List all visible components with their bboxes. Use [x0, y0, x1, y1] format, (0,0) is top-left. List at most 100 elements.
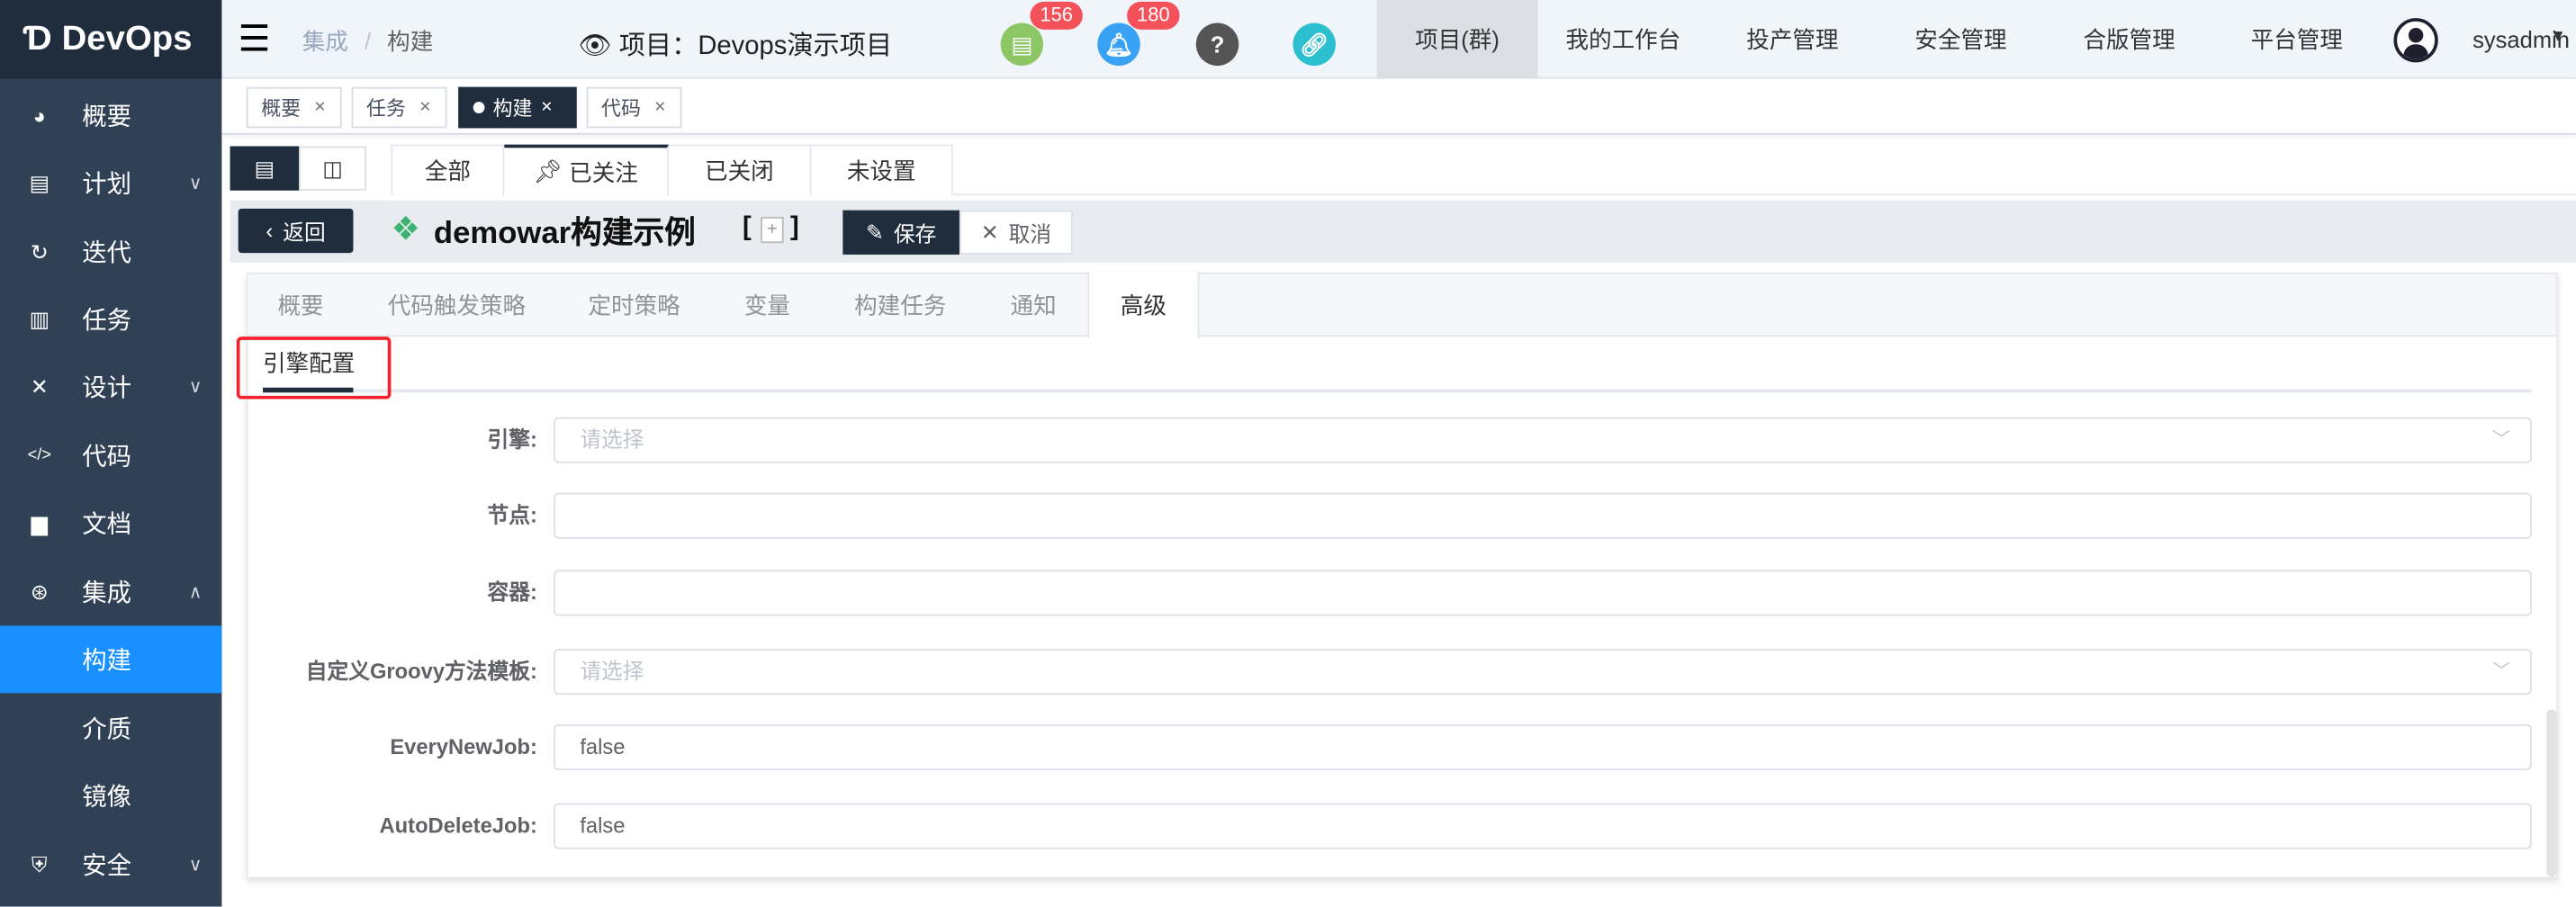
nav-my-workbench[interactable]: 我的工作台: [1537, 0, 1708, 79]
hamburger-icon[interactable]: ☰: [239, 18, 271, 60]
list-view-button[interactable]: ▤: [230, 146, 300, 191]
nav-project-group[interactable]: 项目(群): [1376, 0, 1538, 79]
sidebar-item-iteration[interactable]: ↻ 迭代: [0, 219, 221, 286]
sidebar-item-design[interactable]: ✕ 设计 ∨: [0, 353, 221, 420]
sidebar-item-docs[interactable]: ▆ 文档: [0, 489, 221, 557]
add-button[interactable]: +: [761, 216, 784, 244]
board-view-button[interactable]: ◫: [299, 146, 367, 191]
avatar[interactable]: [2393, 18, 2438, 63]
subtab-divider: [263, 389, 2532, 393]
nav-release-management[interactable]: 投产管理: [1708, 0, 1876, 79]
breadcrumb-item: 构建: [387, 28, 434, 55]
auto-delete-job-input[interactable]: false: [554, 803, 2532, 849]
docs-count-badge: 156: [1030, 1, 1083, 30]
node-label: 节点:: [487, 502, 537, 527]
config-tab-overview[interactable]: 概要: [263, 273, 338, 337]
logo-icon: Ɗ: [23, 19, 52, 58]
chevron-down-icon: ﹀: [2491, 661, 2511, 682]
caret-down-icon[interactable]: ▼: [2550, 28, 2566, 46]
engine-label: 引擎:: [487, 427, 537, 452]
tag-build[interactable]: 构建 ✕: [458, 86, 577, 129]
edit-icon: ✎: [865, 219, 884, 245]
tab-unset[interactable]: 未设置: [811, 144, 953, 196]
engine-select[interactable]: 请选择 ﹀: [554, 417, 2532, 463]
groovy-template-select[interactable]: 请选择 ﹀: [554, 648, 2532, 696]
config-tab-build-tasks[interactable]: 构建任务: [838, 273, 963, 337]
config-tab-variables[interactable]: 变量: [728, 273, 807, 337]
close-icon[interactable]: ✕: [419, 99, 431, 117]
dashboard-icon: ◕: [32, 103, 46, 129]
list-icon: ▤: [254, 155, 275, 180]
sidebar-item-code[interactable]: </> 代码: [0, 422, 221, 489]
close-icon: ✕: [980, 219, 999, 245]
groovy-template-label: 自定义Groovy方法模板:: [305, 658, 537, 684]
sidebar-item-overview[interactable]: ◕ 概要: [0, 82, 221, 149]
document-icon[interactable]: ▤: [1000, 22, 1044, 67]
scrollbar[interactable]: [2546, 709, 2557, 877]
eye-icon: 👁︎: [578, 32, 612, 61]
chevron-down-icon: ∨: [188, 377, 203, 398]
breadcrumb-item[interactable]: 集成: [302, 28, 348, 54]
config-tab-schedule[interactable]: 定时策略: [572, 273, 697, 337]
iteration-icon: ↻: [30, 238, 49, 264]
every-new-job-input[interactable]: false: [554, 723, 2532, 771]
pin-icon: 📌︎: [533, 157, 563, 184]
tag-code[interactable]: 代码 ✕: [586, 86, 682, 129]
highlight-box: [236, 337, 392, 400]
config-tab-notify[interactable]: 通知: [994, 273, 1073, 337]
container-label: 容器:: [487, 579, 537, 605]
code-icon: </>: [27, 446, 52, 465]
build-title: demowar构建示例: [433, 216, 696, 252]
sidebar-item-image[interactable]: 镜像: [0, 762, 221, 830]
chevron-down-icon: ∨: [188, 855, 203, 876]
link-icon[interactable]: 🔗︎: [1293, 22, 1336, 67]
close-icon[interactable]: ✕: [541, 99, 554, 117]
notification-count-badge: 180: [1127, 1, 1180, 30]
tag-overview[interactable]: 概要 ✕: [246, 86, 342, 129]
active-dot-icon: [473, 102, 485, 113]
top-bar: ☰ 集成 / 构建 👁︎ 项目：Devops演示项目 ▤ 156 🔔︎ 180 …: [221, 0, 2576, 79]
sidebar-item-build[interactable]: 构建: [0, 625, 222, 694]
every-new-job-label: EveryNewJob:: [390, 733, 537, 759]
chevron-down-icon: ﹀: [2491, 430, 2511, 451]
tab-closed[interactable]: 已关闭: [668, 144, 812, 196]
tab-all[interactable]: 全部: [391, 144, 505, 196]
layers-icon: ❖: [391, 211, 421, 248]
node-input[interactable]: [554, 492, 2532, 539]
cancel-button[interactable]: ✕ 取消: [959, 210, 1073, 255]
board-icon: ◫: [322, 155, 343, 180]
sidebar: Ɗ DevOps ◕ 概要 ▤ 计划 ∨ ↻ 迭代 ▥ 任务 ✕ 设计 ∨ </> 代码 ▆ 文档 …: [0, 0, 222, 907]
save-button[interactable]: ✎ 保存: [842, 210, 959, 255]
sidebar-item-task[interactable]: ▥ 任务: [0, 286, 221, 354]
document-icon: ▆: [31, 509, 48, 535]
shield-icon: ⛨: [31, 851, 48, 876]
nav-security-management[interactable]: 安全管理: [1876, 0, 2045, 79]
container-input[interactable]: [554, 570, 2532, 616]
config-tab-advanced[interactable]: 高级: [1087, 272, 1200, 339]
design-icon: ✕: [30, 373, 49, 399]
task-icon: ▥: [29, 306, 50, 331]
help-icon[interactable]: ?: [1195, 22, 1239, 67]
chevron-down-icon: ∨: [188, 174, 203, 194]
plan-icon: ▤: [29, 169, 50, 195]
auto-delete-job-label: AutoDeleteJob:: [379, 813, 537, 838]
tab-followed[interactable]: 📌︎ 已关注: [504, 144, 669, 196]
project-title[interactable]: 👁︎ 项目：Devops演示项目: [579, 23, 893, 63]
sidebar-item-integration[interactable]: ⊛ 集成 ∧: [0, 559, 221, 626]
back-button[interactable]: ‹ 返回: [238, 208, 354, 254]
sidebar-item-media[interactable]: 介质: [0, 695, 221, 762]
breadcrumb: 集成 / 构建: [302, 28, 434, 55]
chevron-up-icon: ∧: [188, 582, 203, 603]
app-logo[interactable]: Ɗ DevOps: [0, 0, 222, 79]
close-icon[interactable]: ✕: [653, 99, 666, 117]
nav-merge-management[interactable]: 合版管理: [2045, 0, 2212, 79]
chevron-left-icon: ‹: [266, 218, 274, 244]
close-icon[interactable]: ✕: [314, 99, 327, 117]
bell-icon[interactable]: 🔔︎: [1097, 22, 1140, 67]
sidebar-item-plan[interactable]: ▤ 计划 ∨: [0, 149, 221, 217]
tag-task[interactable]: 任务 ✕: [351, 86, 447, 129]
sidebar-item-security[interactable]: ⛨ 安全 ∨: [0, 831, 221, 899]
integration-icon: ⊛: [30, 579, 49, 604]
config-tab-trigger[interactable]: 代码触发策略: [372, 273, 543, 337]
nav-platform-management[interactable]: 平台管理: [2213, 0, 2381, 79]
